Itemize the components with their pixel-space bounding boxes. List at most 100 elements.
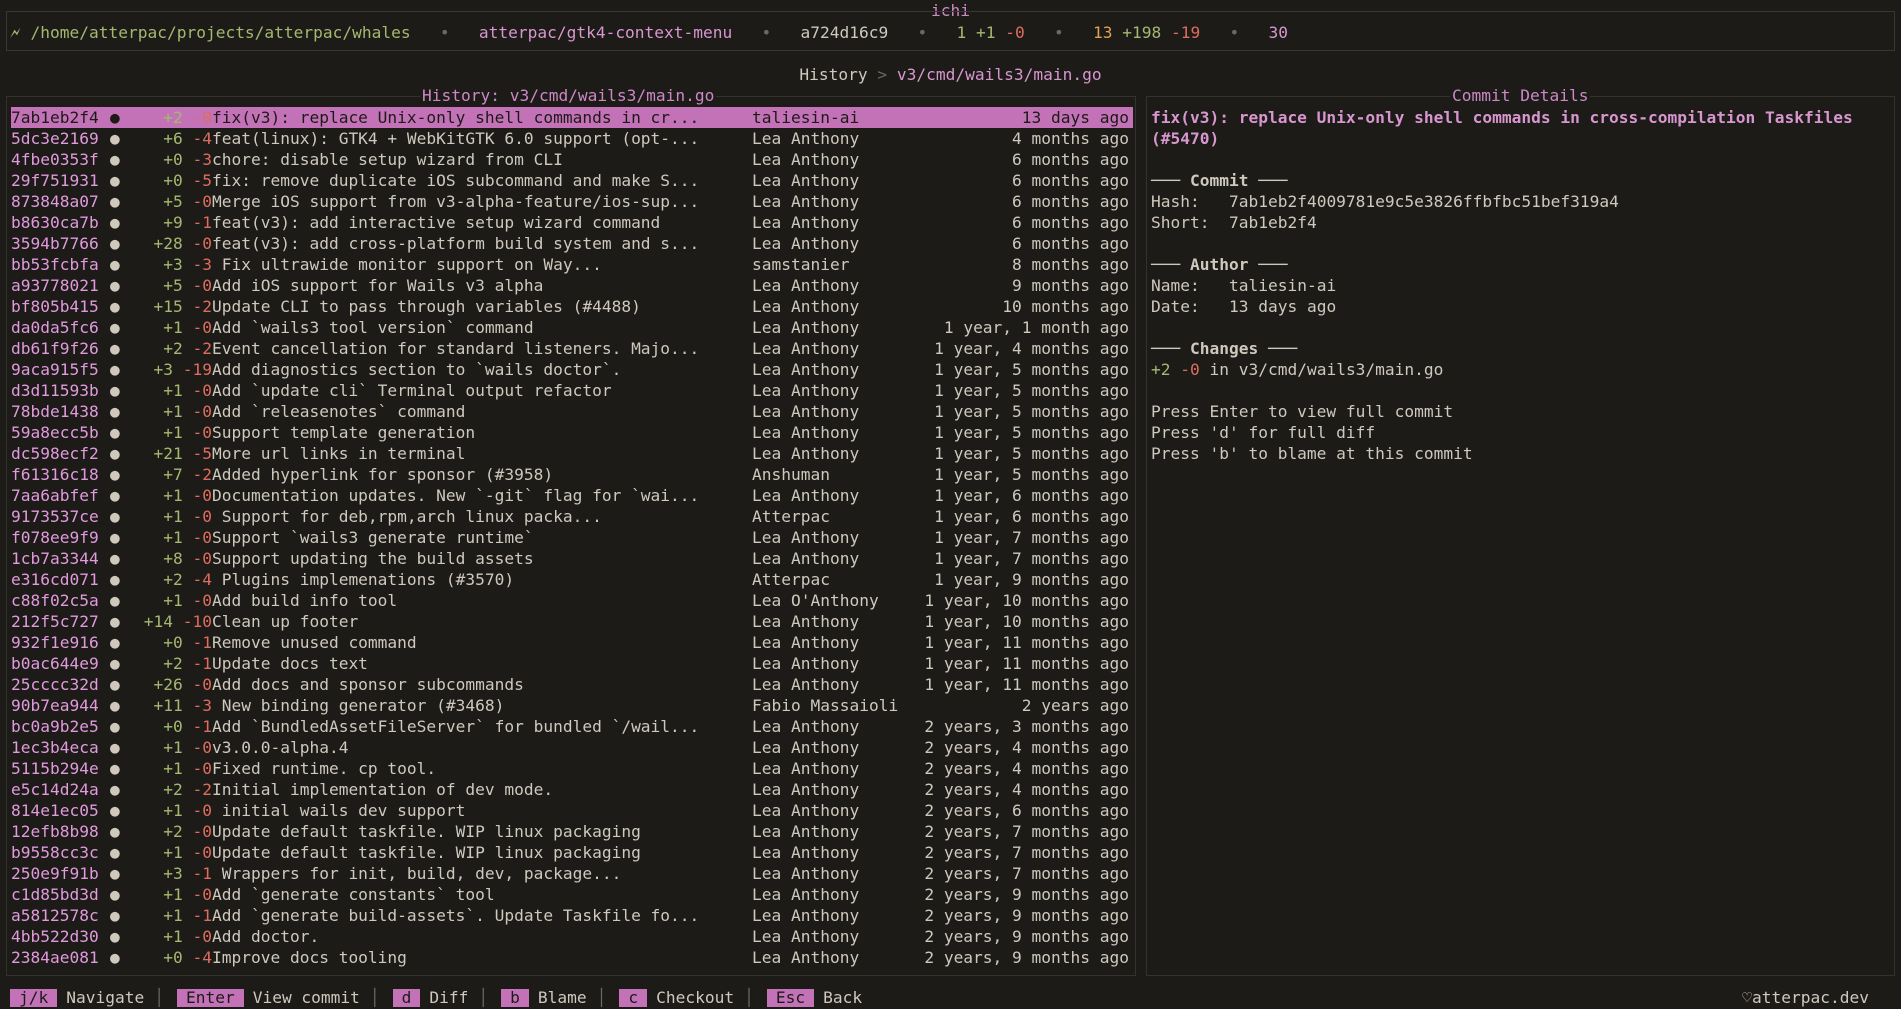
commit-row[interactable]: 2384ae081 ● +0 -4 Improve docs tooling Lea A… <box>11 947 1133 968</box>
lines-removed: -5 <box>192 444 213 463</box>
lines-added: +1 <box>163 591 183 610</box>
commit-row[interactable]: bc0a9b2e5 ● +0 -1 Add `BundledAssetFileServ… <box>11 716 1133 737</box>
commit-row[interactable]: 9173537ce ● +1 -0 Support for deb,rpm,arch… <box>11 506 1133 527</box>
commit-row[interactable]: 4fbe0353f ● +0 -3 chore: disable setup wiza… <box>11 149 1133 170</box>
short-label: Short: <box>1151 213 1210 232</box>
brand: ♡atterpac.dev <box>1742 988 1869 1008</box>
keybind-navigate[interactable]: j/k <box>10 989 58 1007</box>
hint-blame: Press 'b' to blame at this commit <box>1151 444 1473 463</box>
commit-row[interactable]: 25cccc32d ● +26 -0 Add docs and sponsor sub… <box>11 674 1133 695</box>
commit-row[interactable]: 29f751931 ● +0 -5 fix: remove duplicate iOS… <box>11 170 1133 191</box>
commit-row[interactable]: e5c14d24a ● +2 -2 Initial implementation of… <box>11 779 1133 800</box>
commit-message: Update default taskfile. WIP linux packa… <box>212 843 641 862</box>
commit-message: New binding generator (#3468) <box>212 696 505 715</box>
lines-removed: -0 <box>192 234 213 253</box>
lines-added: +7 <box>163 465 183 484</box>
commit-row[interactable]: 12efb8b98 ● +2 -0 Update default taskfile. … <box>11 821 1133 842</box>
commit-row[interactable]: a5812578c ● +1 -1 Add `generate build-asset… <box>11 905 1133 926</box>
commit-author: Lea Anthony <box>752 171 860 190</box>
commit-author: Lea Anthony <box>752 339 860 358</box>
keybind-diff[interactable]: d <box>392 989 421 1007</box>
commit-message: Fixed runtime. cp tool. <box>212 759 437 778</box>
commit-author: Lea Anthony <box>752 381 860 400</box>
commit-row[interactable]: 7ab1eb2f4 ● +2 -0 fix(v3): replace Unix-onl… <box>11 107 1133 128</box>
commit-row[interactable]: 90b7ea944 ● +11 -3 New binding generator (… <box>11 695 1133 716</box>
commit-row[interactable]: b9558cc3c ● +1 -0 Update default taskfile. … <box>11 842 1133 863</box>
commit-date: 2 years, 9 months ago <box>924 885 1129 904</box>
commit-row[interactable]: 5115b294e ● +1 -0 Fixed runtime. cp tool. Le… <box>11 758 1133 779</box>
commit-row[interactable]: a93778021 ● +5 -0 Add iOS support for Wails… <box>11 275 1133 296</box>
commit-date: 1 year, 7 months ago <box>934 549 1129 568</box>
commit-row[interactable]: 1cb7a3344 ● +8 -0 Support updating the buil… <box>11 548 1133 569</box>
commit-row[interactable]: 1ec3b4eca ● +1 -0 v3.0.0-alpha.4 Lea Anthony… <box>11 737 1133 758</box>
commit-dot-icon: ● <box>110 675 120 694</box>
plug-icon: 🗲 <box>10 23 21 42</box>
commit-row[interactable]: dc598ecf2 ● +21 -5 More url links in termin… <box>11 443 1133 464</box>
keybind-back[interactable]: Esc <box>766 989 815 1007</box>
commit-message: feat(v3): add cross-platform build syste… <box>212 234 700 253</box>
commit-author: Fabio Massaioli <box>752 696 899 715</box>
commit-dot-icon: ● <box>110 591 120 610</box>
breadcrumb-separator: > <box>877 65 888 84</box>
commit-row[interactable]: b8630ca7b ● +9 -1 feat(v3): add interactive… <box>11 212 1133 233</box>
commit-row[interactable]: 250e9f91b ● +3 -1 Wrappers for init, build… <box>11 863 1133 884</box>
commit-row[interactable]: f078ee9f9 ● +1 -0 Support `wails3 generate … <box>11 527 1133 548</box>
keybind-blame[interactable]: b <box>501 989 529 1007</box>
lines-removed: -2 <box>192 465 213 484</box>
commit-row[interactable]: da0da5fc6 ● +1 -0 Add `wails3 tool version`… <box>11 317 1133 338</box>
commit-row[interactable]: 7aa6abfef ● +1 -0 Documentation updates. Ne… <box>11 485 1133 506</box>
commit-message: chore: disable setup wizard from CLI <box>212 150 563 169</box>
commit-row[interactable]: 5dc3e2169 ● +6 -4 feat(linux): GTK4 + WebKi… <box>11 128 1133 149</box>
date-value: 13 days ago <box>1228 297 1337 316</box>
commit-row[interactable]: 9aca915f5 ● +3 -19 Add diagnostics section … <box>11 359 1133 380</box>
commit-stats: +28 -0 <box>121 233 213 254</box>
commit-row[interactable]: 212f5c727 ● +14 -10 Clean up footer Lea Anth… <box>11 611 1133 632</box>
commit-date: 2 years, 3 months ago <box>924 717 1129 736</box>
commit-message: v3.0.0-alpha.4 <box>212 738 349 757</box>
commit-row[interactable]: c88f02c5a ● +1 -0 Add build info tool Lea O'… <box>11 590 1133 611</box>
separator: • <box>917 23 928 42</box>
commit-row[interactable]: b0ac644e9 ● +2 -1 Update docs text Lea Antho… <box>11 653 1133 674</box>
commit-row[interactable]: bf805b415 ● +15 -2 Update CLI to pass throu… <box>11 296 1133 317</box>
commit-dot-icon: ● <box>110 192 120 211</box>
commit-date: 1 year, 7 months ago <box>934 528 1129 547</box>
keybind-checkout[interactable]: c <box>619 989 648 1007</box>
commit-message: Update CLI to pass through variables (#4… <box>212 297 641 316</box>
footer-separator: │ <box>744 988 754 1007</box>
lines-added: +1 <box>163 885 183 904</box>
commit-dot-icon: ● <box>110 255 120 274</box>
lines-removed: -3 <box>192 150 213 169</box>
heart-icon: ♡ <box>1742 988 1753 1007</box>
commit-row[interactable]: 932f1e916 ● +0 -1 Remove unused command Lea … <box>11 632 1133 653</box>
commit-stats: +1 -0 <box>121 842 212 863</box>
commit-row[interactable]: f61316c18 ● +7 -2 Added hyperlink for spons… <box>11 464 1133 485</box>
commit-message: Add `releasenotes` command <box>212 402 466 421</box>
short-value: 7ab1eb2f4 <box>1228 213 1317 232</box>
commit-dot-icon: ● <box>110 864 120 883</box>
commit-row[interactable]: db61f9f26 ● +2 -2 Event cancellation for st… <box>11 338 1133 359</box>
commit-dot-icon: ● <box>110 423 120 442</box>
commit-dot-icon: ● <box>110 339 120 358</box>
commit-row[interactable]: 78bde1438 ● +1 -0 Add `releasenotes` comman… <box>11 401 1133 422</box>
commit-row[interactable]: c1d85bd3d ● +1 -0 Add `generate constants` … <box>11 884 1133 905</box>
commit-list[interactable]: 7ab1eb2f4 ● +2 -0 fix(v3): replace Unix-onl… <box>11 107 1133 968</box>
commit-hash: 250e9f91b <box>11 864 99 883</box>
commit-row[interactable]: 59a8ecc5b ● +1 -0 Support template generati… <box>11 422 1133 443</box>
commit-row[interactable]: bb53fcbfa ● +3 -3 Fix ultrawide monitor su… <box>11 254 1133 275</box>
breadcrumb-root[interactable]: History <box>799 65 867 84</box>
commit-row[interactable]: e316cd071 ● +2 -4 Plugins implemenations (… <box>11 569 1133 590</box>
commit-message: Add `generate constants` tool <box>212 885 495 904</box>
commit-dot-icon: ● <box>110 633 120 652</box>
hint-enter: Press Enter to view full commit <box>1151 402 1454 421</box>
lines-added: +3 <box>163 255 183 274</box>
keybind-view-commit[interactable]: Enter <box>176 989 244 1007</box>
commit-row[interactable]: 814e1ec05 ● +1 -0 initial wails dev suppor… <box>11 800 1133 821</box>
commit-row[interactable]: d3d11593b ● +1 -0 Add `update cli` Terminal… <box>11 380 1133 401</box>
commit-row[interactable]: 3594b7766 ● +28 -0 feat(v3): add cross-plat… <box>11 233 1133 254</box>
commit-row[interactable]: 4bb522d30 ● +1 -0 Add doctor. Lea Anthony 2 y… <box>11 926 1133 947</box>
commit-date: 10 months ago <box>1002 297 1129 316</box>
commit-stats: +1 -0 <box>121 401 212 422</box>
commit-stats: +21 -5 <box>121 443 213 464</box>
commit-dot-icon: ● <box>110 822 120 841</box>
commit-row[interactable]: 873848a07 ● +5 -0 Merge iOS support from v3… <box>11 191 1133 212</box>
